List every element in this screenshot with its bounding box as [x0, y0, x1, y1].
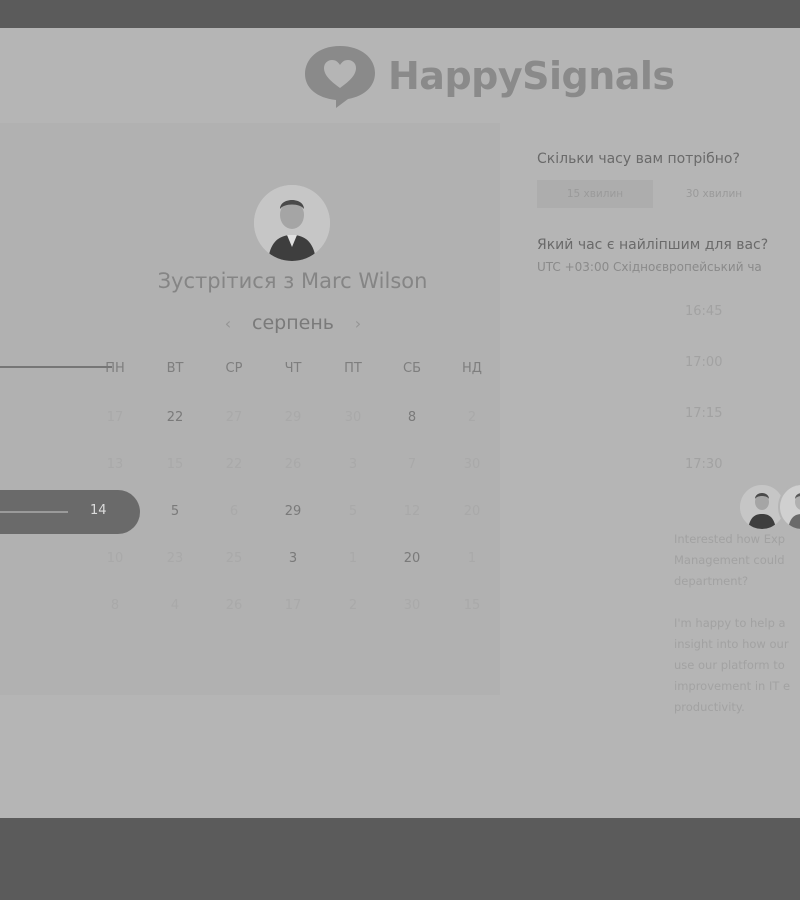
unavailable-day: 4 [170, 598, 180, 613]
unavailable-day: 27 [225, 410, 243, 425]
unavailable-day: 22 [225, 457, 243, 472]
duration-question: Скільки часу вам потрібно? [537, 151, 740, 167]
unavailable-day: 7 [407, 457, 417, 472]
description-line: Interested how Exp [674, 532, 786, 546]
available-day[interactable]: 22 [155, 410, 195, 425]
happysignals-logo: HappySignals [302, 41, 675, 111]
meeting-title: Зустрітися з Marc Wilson [157, 269, 428, 293]
unavailable-day: 30 [463, 457, 481, 472]
heart-bubble-icon [305, 46, 375, 108]
description-line: Management could [674, 553, 785, 567]
unavailable-day: 26 [225, 598, 243, 613]
unavailable-day: 23 [166, 551, 184, 566]
top-overlay-bar [0, 0, 800, 28]
time-question: Який час є найліпшим для вас? [537, 237, 769, 253]
unavailable-day: 20 [463, 504, 481, 519]
unavailable-day: 13 [106, 457, 124, 472]
unavailable-day: 12 [403, 504, 421, 519]
month-label: серпень [252, 312, 334, 334]
unavailable-day: 17 [106, 410, 124, 425]
description-line: productivity. [674, 700, 745, 714]
time-slot[interactable]: 17:00 [685, 355, 735, 370]
unavailable-day: 30 [344, 410, 362, 425]
description-line: use our platform to [674, 658, 785, 672]
unavailable-day: 6 [229, 504, 239, 519]
weekday-header: ВТ [166, 361, 184, 376]
description-line: insight into how our [674, 637, 789, 651]
month-navigation: ‹ серпень › [218, 308, 368, 338]
weekday-header: ПТ [344, 361, 362, 376]
brand-name: HappySignals [388, 54, 675, 98]
weekday-underline [0, 366, 112, 368]
unavailable-day: 25 [225, 551, 243, 566]
weekday-header: ЧТ [284, 361, 302, 376]
unavailable-day: 29 [284, 410, 302, 425]
weekday-header: СБ [403, 361, 421, 376]
duration-option-30[interactable]: 30 хвилин [654, 180, 774, 208]
unavailable-day: 17 [284, 598, 302, 613]
timezone-selector[interactable]: UTC +03:00 Східноєвропейський ча [537, 260, 762, 274]
selected-day[interactable]: 14 [0, 490, 140, 534]
unavailable-day: 5 [348, 504, 358, 519]
unavailable-day: 1 [467, 551, 477, 566]
unavailable-day: 2 [348, 598, 358, 613]
time-slot[interactable]: 17:30 [685, 457, 735, 472]
unavailable-day: 30 [403, 598, 421, 613]
unavailable-day: 8 [110, 598, 120, 613]
host-avatar-2 [778, 483, 800, 531]
duration-option-15[interactable]: 15 хвилин [537, 180, 653, 208]
bottom-overlay-bar [0, 818, 800, 900]
unavailable-day: 3 [348, 457, 358, 472]
weekday-header: НД [462, 361, 482, 376]
description-line: improvement in IT e [674, 679, 791, 693]
next-month-icon[interactable]: › [348, 314, 368, 333]
booking-page: HappySignals Зустрітися з Marc Wilson ‹ … [0, 28, 800, 818]
available-day[interactable]: 3 [273, 551, 313, 566]
selected-day-number: 14 [90, 503, 107, 518]
prev-month-icon[interactable]: ‹ [218, 314, 238, 333]
unavailable-day: 15 [463, 598, 481, 613]
description-line: I'm happy to help a [674, 616, 786, 630]
calendar-panel: Зустрітися з Marc Wilson ‹ серпень › ПН В… [0, 123, 500, 695]
unavailable-day: 10 [106, 551, 124, 566]
time-slot[interactable]: 16:45 [685, 304, 735, 319]
host-avatars [738, 483, 800, 531]
host-avatar [254, 185, 330, 261]
description-line: department? [674, 574, 749, 588]
unavailable-day: 15 [166, 457, 184, 472]
weekday-header: СР [225, 361, 243, 376]
time-slot[interactable]: 17:15 [685, 406, 735, 421]
unavailable-day: 2 [467, 410, 477, 425]
unavailable-day: 1 [348, 551, 358, 566]
available-day[interactable]: 20 [392, 551, 432, 566]
available-day[interactable]: 5 [155, 504, 195, 519]
available-day[interactable]: 8 [392, 410, 432, 425]
weekday-header: ПН [105, 361, 125, 376]
unavailable-day: 26 [284, 457, 302, 472]
available-day[interactable]: 29 [273, 504, 313, 519]
selected-day-bar [0, 511, 68, 513]
